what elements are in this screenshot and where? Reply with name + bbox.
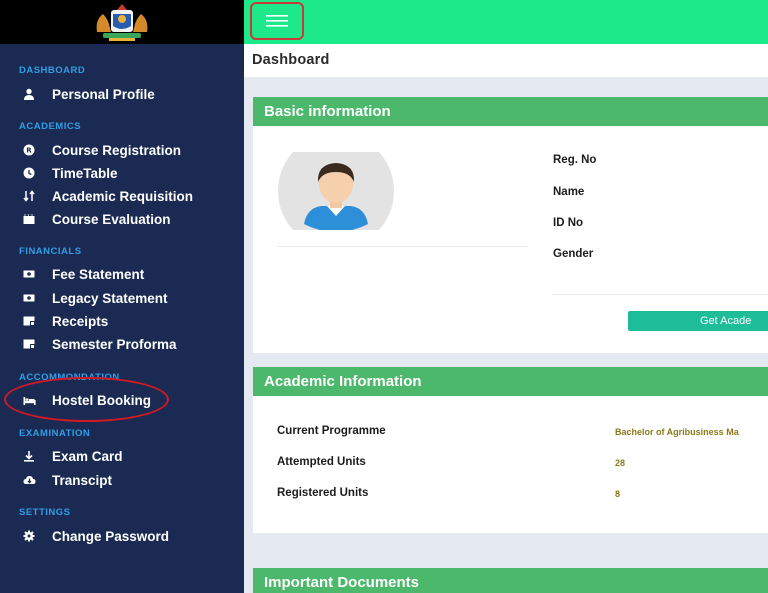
sidebar: DASHBOARD Personal Profile ACADEMICS R C… [0, 0, 244, 593]
reg-no-label: Reg. No [553, 154, 597, 166]
academic-info-header: Academic Information [253, 367, 768, 396]
sidebar-item-label: Academic Requisition [52, 188, 194, 204]
get-academic-button[interactable]: Get Acade [628, 311, 768, 331]
fields-divider [553, 294, 768, 295]
clapperboard-icon [22, 212, 36, 226]
academic-info-card: Academic Information Current Programme B… [253, 367, 768, 533]
registered-badge-icon: R [22, 143, 36, 157]
sidebar-item-label: Legacy Statement [52, 290, 168, 306]
sidebar-item-fee-statement[interactable]: Fee Statement [22, 264, 144, 284]
sidebar-item-label: Transcipt [52, 472, 113, 488]
download-icon [22, 449, 36, 463]
section-title-examination: EXAMINATION [19, 428, 91, 439]
svg-text:R: R [26, 147, 32, 155]
sidebar-item-transcript[interactable]: Transcipt [22, 470, 112, 490]
current-programme-value: Bachelor of Agribusiness Ma [615, 427, 739, 437]
transfer-arrows-icon [22, 189, 36, 203]
gender-label: Gender [553, 248, 594, 260]
section-title-accommodation: ACCOMMONDATION [19, 372, 120, 383]
breadcrumb: Dashboard [252, 52, 330, 68]
sidebar-item-label: TimeTable [52, 165, 118, 181]
sidebar-item-label: Hostel Booking [52, 392, 152, 408]
clock-icon [22, 166, 36, 180]
money-icon [22, 291, 36, 305]
attempted-units-label: Attempted Units [277, 456, 366, 468]
avatar-divider [277, 246, 527, 247]
sidebar-item-academic-requisition[interactable]: Academic Requisition [22, 186, 193, 206]
sidebar-item-label: Receipts [52, 313, 109, 329]
cloud-download-icon [22, 473, 36, 487]
section-title-settings: SETTINGS [19, 507, 71, 518]
receipt-icon [22, 337, 36, 351]
attempted-units-value: 28 [615, 458, 626, 468]
section-title-academics: ACADEMICS [19, 121, 82, 132]
sidebar-item-receipts[interactable]: Receipts [22, 311, 108, 331]
sidebar-item-label: Course Registration [52, 142, 182, 158]
sidebar-item-label: Course Evaluation [52, 211, 171, 227]
section-title-financials: FINANCIALS [19, 246, 82, 257]
basic-info-card: Basic information Reg. No Name ID No Gen… [253, 97, 768, 353]
section-title-dashboard: DASHBOARD [19, 65, 86, 76]
sidebar-item-label: Personal Profile [52, 86, 155, 102]
sidebar-item-label: Change Password [52, 528, 170, 544]
name-label: Name [553, 186, 585, 198]
sidebar-item-hostel-booking[interactable]: Hostel Booking [22, 390, 151, 410]
documents-header: Important Documents [253, 568, 768, 593]
gear-icon [22, 529, 36, 543]
sidebar-item-label: Semester Proforma [52, 336, 177, 352]
user-icon [22, 87, 36, 101]
sidebar-item-label: Fee Statement [52, 266, 145, 282]
basic-info-header: Basic information [253, 97, 768, 126]
sidebar-item-course-registration[interactable]: R Course Registration [22, 140, 181, 160]
coat-of-arms-logo [96, 4, 148, 41]
hamburger-menu-icon[interactable] [250, 2, 304, 40]
sidebar-item-timetable[interactable]: TimeTable [22, 163, 118, 183]
sidebar-item-exam-card[interactable]: Exam Card [22, 446, 123, 466]
sidebar-item-change-password[interactable]: Change Password [22, 526, 169, 546]
current-programme-label: Current Programme [277, 425, 386, 437]
logo-bar [0, 0, 244, 44]
bed-icon [22, 393, 36, 407]
sidebar-item-legacy-statement[interactable]: Legacy Statement [22, 288, 168, 308]
registered-units-label: Registered Units [277, 487, 369, 499]
money-icon [22, 267, 36, 281]
sidebar-item-course-evaluation[interactable]: Course Evaluation [22, 209, 171, 229]
top-bar [244, 0, 768, 44]
id-no-label: ID No [553, 217, 584, 229]
breadcrumb-bar: Dashboard [244, 44, 768, 77]
avatar [278, 152, 394, 230]
receipt-icon [22, 314, 36, 328]
registered-units-value: 8 [615, 489, 621, 499]
sidebar-item-label: Exam Card [52, 448, 123, 464]
documents-card: Important Documents [253, 568, 768, 593]
sidebar-item-semester-proforma[interactable]: Semester Proforma [22, 334, 177, 354]
sidebar-item-personal-profile[interactable]: Personal Profile [22, 84, 155, 104]
